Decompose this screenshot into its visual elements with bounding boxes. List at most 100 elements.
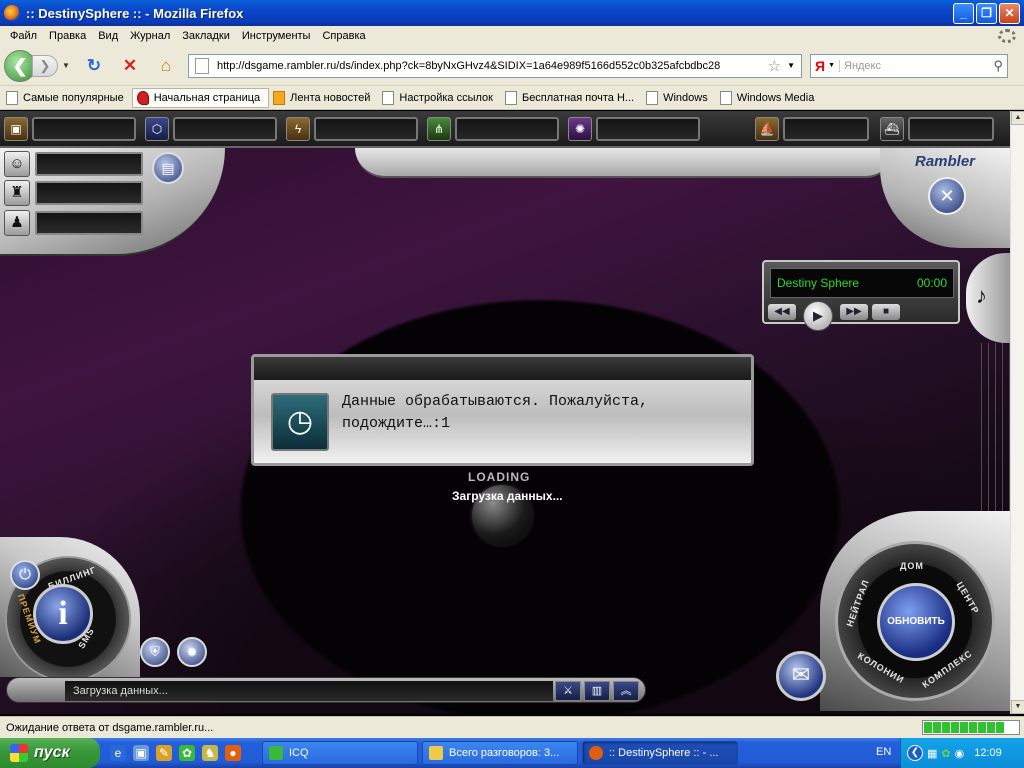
group-icon[interactable]: ♟ (4, 210, 30, 236)
desktop-icon[interactable]: ▣ (133, 745, 149, 761)
address-dropdown-icon[interactable]: ▼ (787, 61, 795, 70)
refresh-button[interactable]: ОБНОВИТЬ (877, 583, 955, 661)
history-dropdown-icon[interactable]: ▼ (62, 61, 72, 70)
person-icon[interactable]: ☺ (4, 151, 30, 177)
icq-quick-icon[interactable]: ✿ (179, 745, 195, 761)
stop-icon[interactable]: ✕ (119, 55, 141, 77)
play-button[interactable]: ▶ (803, 301, 833, 331)
close-button[interactable]: ✕ (999, 2, 1020, 24)
rank-chevron-button[interactable]: ︽ (613, 681, 639, 701)
track-title: Destiny Sphere (777, 276, 860, 290)
search-engine-dropdown-icon[interactable]: ▼ (828, 62, 835, 69)
bookmark-item[interactable]: Настройка ссылок (378, 88, 501, 108)
rewind-button[interactable]: ◀◀ (768, 304, 796, 320)
page-icon (719, 90, 732, 105)
menu-help[interactable]: Справка (316, 30, 371, 42)
home-icon[interactable]: ⌂ (155, 55, 177, 77)
clock: 12:09 (974, 747, 1002, 759)
bookmark-star-icon[interactable]: ☆ (768, 57, 781, 75)
track-time: 00:00 (916, 276, 947, 290)
ship-icon[interactable]: ⛵ (755, 117, 779, 141)
menu-view[interactable]: Вид (92, 30, 124, 42)
language-indicator[interactable]: EN (876, 746, 891, 758)
search-bar[interactable]: Я ▼ Яндекс ⚲ (810, 53, 1008, 78)
scroll-down-icon[interactable]: ▼ (1011, 700, 1024, 714)
resource-slot: ϟ (286, 116, 418, 142)
menu-tools[interactable]: Инструменты (236, 30, 317, 42)
bookmark-item[interactable]: Бесплатная почта Н... (501, 88, 642, 108)
maximize-button[interactable]: ❐ (976, 2, 997, 24)
status-text: Ожидание ответа от dsgame.rambler.ru... (6, 721, 214, 734)
bookmark-item[interactable]: Начальная страница (131, 87, 270, 108)
forward-button[interactable]: ❯ (32, 54, 58, 77)
resource-slot: ⋔ (427, 116, 559, 142)
settings-gear-button[interactable]: ✹ (177, 637, 207, 667)
rss-icon (273, 90, 286, 105)
power-button[interactable]: ⏻ (10, 560, 40, 590)
firefox-quick-icon[interactable]: ● (225, 745, 241, 761)
cube-icon[interactable]: ⬡ (145, 117, 169, 141)
crate-icon[interactable]: ▣ (4, 117, 28, 141)
document-button[interactable]: ▤ (152, 152, 184, 184)
mail-button[interactable]: ✉ (776, 651, 826, 701)
bookmark-item[interactable]: Лента новостей (269, 88, 378, 108)
menu-file[interactable]: Файл (4, 30, 43, 42)
fast-forward-button[interactable]: ▶▶ (840, 304, 868, 320)
stop-button[interactable]: ■ (872, 304, 900, 320)
settings-tools-button[interactable]: ✕ (928, 177, 966, 215)
nav-home[interactable]: ДОМ (900, 561, 924, 571)
menu-bookmarks[interactable]: Закладки (176, 30, 236, 42)
taskbar-item-chat[interactable]: Всего разговоров: 3... (422, 741, 578, 765)
profile-row: ♜ (4, 180, 143, 206)
loading-label: LOADING (468, 470, 531, 484)
menu-edit[interactable]: Правка (43, 30, 92, 42)
ie-icon[interactable]: e (110, 745, 126, 761)
bookmark-item[interactable]: Windows (642, 88, 716, 108)
soldier-icon[interactable]: ♜ (4, 180, 30, 206)
app-quick-icon[interactable]: ♞ (202, 745, 218, 761)
bookmark-label: Windows (663, 91, 708, 104)
resource-field (908, 117, 994, 141)
bookmark-item[interactable]: Windows Media (716, 88, 823, 108)
menu-bar: Файл Правка Вид Журнал Закладки Инструме… (0, 26, 1024, 46)
bookmark-item[interactable]: Самые популярные (2, 88, 132, 108)
processing-dialog: ◷ Данные обрабатываются. Пожалуйста, под… (251, 354, 754, 466)
icq-icon (269, 746, 283, 760)
reload-icon[interactable]: ↻ (83, 55, 105, 77)
search-icon[interactable]: ⚲ (993, 58, 1003, 74)
scroll-up-icon[interactable]: ▲ (1011, 111, 1024, 125)
bookmark-label: Лента новостей (290, 91, 371, 104)
resource-field (32, 117, 136, 141)
atom-icon[interactable]: ✺ (568, 117, 592, 141)
taskbar-item-icq[interactable]: ICQ (262, 741, 418, 765)
volume-icon[interactable]: ◉ (955, 747, 965, 760)
fleet-icon[interactable]: ⛴ (880, 117, 904, 141)
folder-icon (429, 746, 443, 760)
start-button[interactable]: пуск (0, 738, 100, 768)
menu-history[interactable]: Журнал (124, 30, 176, 42)
resource-slot: ⛵ (755, 116, 869, 142)
progress-segment (987, 722, 995, 733)
minimize-button[interactable]: _ (953, 2, 974, 24)
vertical-scrollbar[interactable]: ▲ ▼ (1010, 111, 1024, 714)
map-button[interactable]: ▥ (584, 681, 610, 701)
lightning-icon[interactable]: ϟ (286, 117, 310, 141)
tray-expand-icon[interactable]: ❮ (907, 745, 923, 761)
yandex-logo-icon[interactable]: Я (815, 58, 825, 74)
game-status-bar: Загрузка данных... ⚔ ▥ ︽ (6, 677, 646, 703)
search-input[interactable]: Яндекс (839, 59, 993, 72)
music-note-icon[interactable]: ♪ (976, 283, 987, 309)
info-button[interactable]: i (33, 584, 93, 644)
sword-button[interactable]: ⚔ (555, 681, 581, 701)
resource-slot: ⛴ (880, 116, 994, 142)
address-bar[interactable]: http://dsgame.rambler.ru/ds/index.php?ck… (188, 53, 802, 78)
bookmark-label: Бесплатная почта Н... (521, 91, 635, 104)
address-input[interactable]: http://dsgame.rambler.ru/ds/index.php?ck… (217, 60, 768, 72)
pencil-icon[interactable]: ✎ (156, 745, 172, 761)
network-icon[interactable]: ▦ (927, 747, 937, 760)
taskbar-item-firefox[interactable]: :: DestinySphere :: - ... (582, 741, 738, 765)
crops-icon[interactable]: ⋔ (427, 117, 451, 141)
shield-button[interactable]: ⛨ (140, 637, 170, 667)
page-icon (195, 57, 209, 74)
icq-tray-icon[interactable]: ✿ (941, 747, 950, 760)
